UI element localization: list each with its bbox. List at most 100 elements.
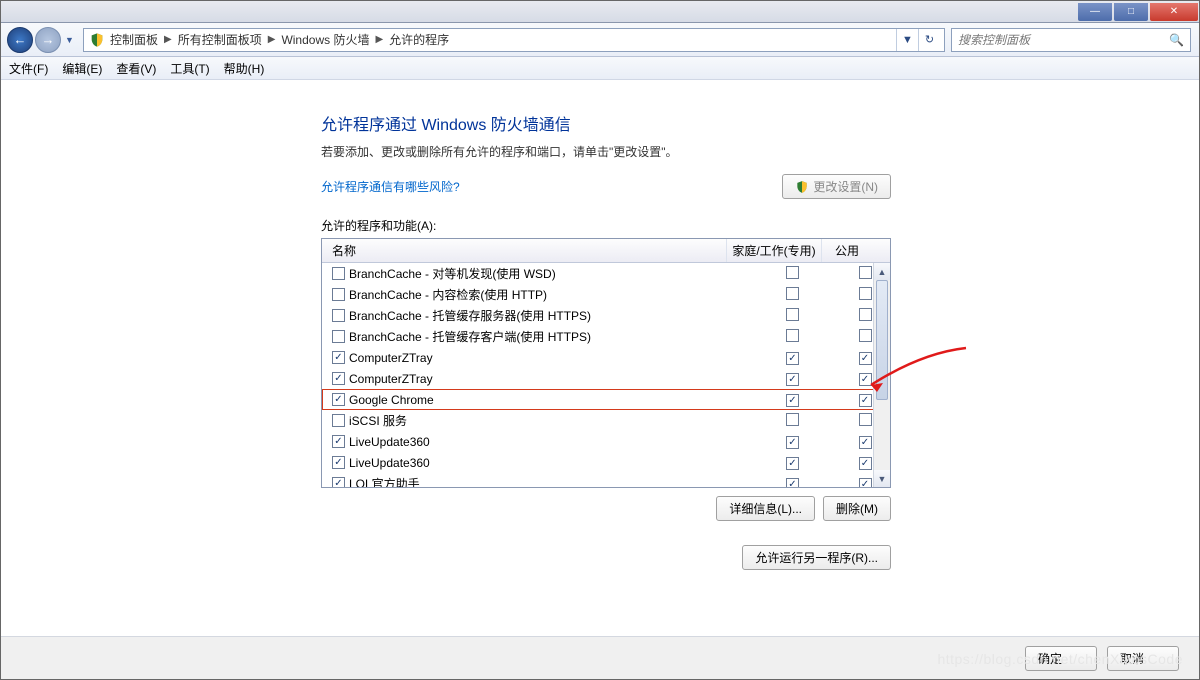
breadcrumb[interactable]: 控制面板 <box>110 31 158 48</box>
search-input[interactable]: 搜索控制面板 🔍 <box>951 28 1191 52</box>
menubar: 文件(F) 编辑(E) 查看(V) 工具(T) 帮助(H) <box>1 57 1199 80</box>
ok-button[interactable]: 确定 <box>1025 646 1097 671</box>
programs-listbox: 名称 家庭/工作(专用) 公用 BranchCache - 对等机发现(使用 W… <box>321 238 891 488</box>
table-row[interactable]: ComputerZTray <box>322 368 890 389</box>
allow-another-program-button[interactable]: 允许运行另一程序(R)... <box>742 545 891 570</box>
table-row[interactable]: LiveUpdate360 <box>322 431 890 452</box>
navbar: ← → ▼ 控制面板 ▶ 所有控制面板项 ▶ Windows 防火墙 ▶ 允许的… <box>1 23 1199 57</box>
public-checkbox[interactable] <box>859 436 872 449</box>
enable-checkbox[interactable] <box>332 435 345 448</box>
program-name: BranchCache - 托管缓存服务器(使用 HTTPS) <box>349 307 591 324</box>
program-name: LOL官方助手 <box>349 475 420 487</box>
table-row[interactable]: ComputerZTray <box>322 347 890 368</box>
table-row[interactable]: BranchCache - 内容检索(使用 HTTP) <box>322 284 890 305</box>
titlebar: — □ ✕ <box>1 1 1199 23</box>
home-checkbox[interactable] <box>786 352 799 365</box>
remove-button[interactable]: 删除(M) <box>823 496 891 521</box>
scroll-down-icon[interactable]: ▼ <box>874 470 890 487</box>
menu-help[interactable]: 帮助(H) <box>224 60 265 77</box>
nav-history-dropdown[interactable]: ▼ <box>65 35 77 45</box>
menu-view[interactable]: 查看(V) <box>116 60 156 77</box>
enable-checkbox[interactable] <box>332 456 345 469</box>
enable-checkbox[interactable] <box>332 309 345 322</box>
details-button[interactable]: 详细信息(L)... <box>716 496 815 521</box>
minimize-button[interactable]: — <box>1078 3 1112 21</box>
maximize-button[interactable]: □ <box>1114 3 1148 21</box>
search-placeholder: 搜索控制面板 <box>958 31 1030 48</box>
program-name: Google Chrome <box>349 393 434 407</box>
scroll-up-icon[interactable]: ▲ <box>874 263 890 280</box>
home-checkbox[interactable] <box>786 436 799 449</box>
column-name[interactable]: 名称 <box>322 239 727 262</box>
home-checkbox[interactable] <box>786 413 799 426</box>
allowed-programs-label: 允许的程序和功能(A): <box>321 217 891 234</box>
table-row[interactable]: Google Chrome <box>322 389 890 410</box>
cancel-button[interactable]: 取消 <box>1107 646 1179 671</box>
public-checkbox[interactable] <box>859 457 872 470</box>
public-checkbox[interactable] <box>859 287 872 300</box>
breadcrumb[interactable]: Windows 防火墙 <box>281 31 369 48</box>
control-panel-window: — □ ✕ ← → ▼ 控制面板 ▶ 所有控制面板项 ▶ Windows 防火墙… <box>0 0 1200 680</box>
address-bar[interactable]: 控制面板 ▶ 所有控制面板项 ▶ Windows 防火墙 ▶ 允许的程序 ▼ ↻ <box>83 28 945 52</box>
chevron-right-icon: ▶ <box>268 34 276 45</box>
program-name: ComputerZTray <box>349 372 433 386</box>
public-checkbox[interactable] <box>859 394 872 407</box>
program-name: iSCSI 服务 <box>349 412 407 429</box>
back-button[interactable]: ← <box>7 27 33 53</box>
enable-checkbox[interactable] <box>332 372 345 385</box>
content-area: 允许程序通过 Windows 防火墙通信 若要添加、更改或删除所有允许的程序和端… <box>1 81 1199 635</box>
list-body: BranchCache - 对等机发现(使用 WSD) BranchCache -… <box>322 263 890 487</box>
public-checkbox[interactable] <box>859 478 872 487</box>
program-name: ComputerZTray <box>349 351 433 365</box>
menu-edit[interactable]: 编辑(E) <box>62 60 102 77</box>
table-row[interactable]: BranchCache - 对等机发现(使用 WSD) <box>322 263 890 284</box>
home-checkbox[interactable] <box>786 308 799 321</box>
chevron-right-icon: ▶ <box>375 34 383 45</box>
public-checkbox[interactable] <box>859 373 872 386</box>
refresh-button[interactable]: ↻ <box>918 29 940 51</box>
home-checkbox[interactable] <box>786 266 799 279</box>
enable-checkbox[interactable] <box>332 477 345 487</box>
home-checkbox[interactable] <box>786 329 799 342</box>
home-checkbox[interactable] <box>786 457 799 470</box>
column-home[interactable]: 家庭/工作(专用) <box>727 239 822 262</box>
program-name: BranchCache - 托管缓存客户端(使用 HTTPS) <box>349 328 591 345</box>
scrollbar[interactable]: ▲ ▼ <box>873 263 890 487</box>
table-row[interactable]: BranchCache - 托管缓存服务器(使用 HTTPS) <box>322 305 890 326</box>
enable-checkbox[interactable] <box>332 393 345 406</box>
menu-tools[interactable]: 工具(T) <box>170 60 209 77</box>
public-checkbox[interactable] <box>859 352 872 365</box>
enable-checkbox[interactable] <box>332 414 345 427</box>
program-name: LiveUpdate360 <box>349 435 430 449</box>
home-checkbox[interactable] <box>786 287 799 300</box>
table-row[interactable]: LiveUpdate360 <box>322 452 890 473</box>
enable-checkbox[interactable] <box>332 267 345 280</box>
table-row[interactable]: iSCSI 服务 <box>322 410 890 431</box>
home-checkbox[interactable] <box>786 373 799 386</box>
enable-checkbox[interactable] <box>332 351 345 364</box>
program-name: BranchCache - 对等机发现(使用 WSD) <box>349 265 556 282</box>
close-button[interactable]: ✕ <box>1150 3 1198 21</box>
enable-checkbox[interactable] <box>332 288 345 301</box>
dialog-footer: 确定 取消 <box>1 636 1199 679</box>
address-dropdown[interactable]: ▼ <box>896 29 918 51</box>
home-checkbox[interactable] <box>786 478 799 487</box>
change-settings-button[interactable]: 更改设置(N) <box>782 174 891 199</box>
table-row[interactable]: BranchCache - 托管缓存客户端(使用 HTTPS) <box>322 326 890 347</box>
table-row[interactable]: LOL官方助手 <box>322 473 890 487</box>
public-checkbox[interactable] <box>859 308 872 321</box>
menu-file[interactable]: 文件(F) <box>9 60 48 77</box>
home-checkbox[interactable] <box>786 394 799 407</box>
search-icon: 🔍 <box>1169 33 1184 47</box>
risk-link[interactable]: 允许程序通信有哪些风险? <box>321 178 460 195</box>
chevron-right-icon: ▶ <box>164 34 172 45</box>
scroll-thumb[interactable] <box>876 280 888 400</box>
public-checkbox[interactable] <box>859 413 872 426</box>
forward-button[interactable]: → <box>35 27 61 53</box>
enable-checkbox[interactable] <box>332 330 345 343</box>
public-checkbox[interactable] <box>859 329 872 342</box>
breadcrumb[interactable]: 所有控制面板项 <box>178 31 262 48</box>
breadcrumb[interactable]: 允许的程序 <box>389 31 449 48</box>
public-checkbox[interactable] <box>859 266 872 279</box>
column-public[interactable]: 公用 <box>822 239 872 262</box>
